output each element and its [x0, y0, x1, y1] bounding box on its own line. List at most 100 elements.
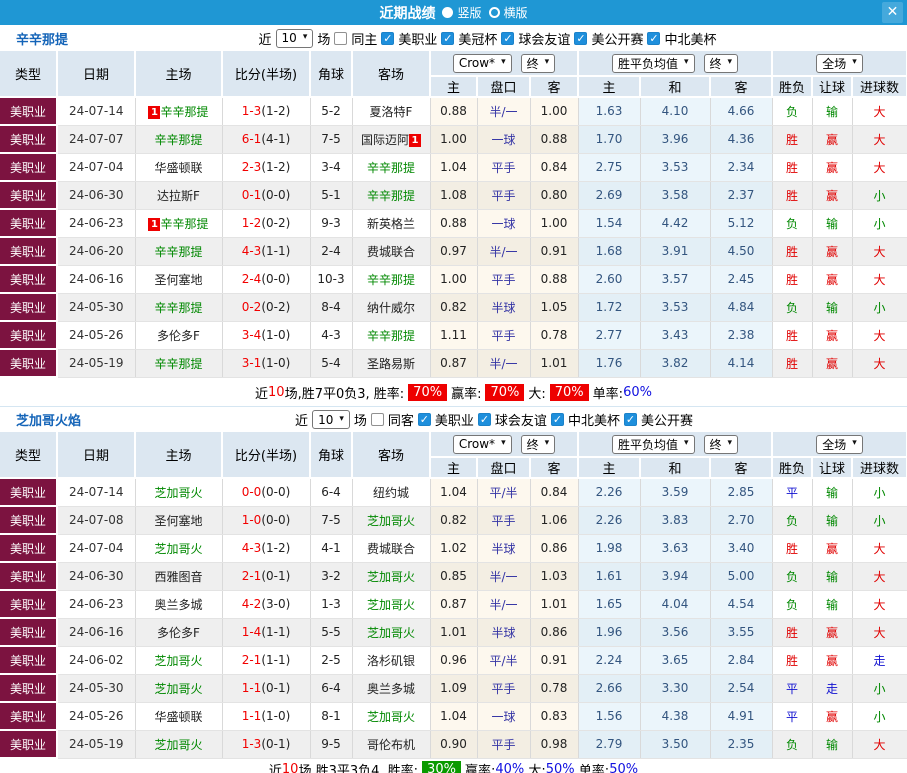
checkbox-unchecked[interactable]	[334, 32, 347, 45]
result-cell: 平	[772, 702, 812, 730]
asian-time-select[interactable]: 终▾	[521, 54, 556, 73]
chevron-down-icon: ▾	[684, 438, 689, 448]
layout-radio-horizontal[interactable]: 横版	[489, 4, 528, 21]
away-team-cell: 辛辛那提	[352, 265, 430, 293]
away-team-cell: 纳什威尔	[352, 293, 430, 321]
europe-time-select[interactable]: 终▾	[704, 54, 739, 73]
checkbox-checked[interactable]: ✓	[441, 32, 454, 45]
checkbox-unchecked[interactable]	[371, 413, 384, 426]
sub-column-header: 让球	[812, 76, 852, 97]
summary-text: 场,胜3平3负4, 胜率:	[298, 760, 418, 773]
home-team-name: 芝加哥火	[154, 682, 202, 696]
away-team-cell: 辛辛那提	[352, 181, 430, 209]
odds-type-select[interactable]: 胜平负均值▾	[612, 435, 695, 454]
sub-column-header: 进球数	[852, 76, 907, 97]
goals-result-cell: 小	[852, 478, 907, 506]
league-filter-label: 中北美杯	[663, 29, 717, 48]
near-label: 近	[294, 410, 309, 429]
bookmaker-select[interactable]: Crow*▾	[453, 435, 512, 454]
home-team-name: 圣何塞地	[154, 514, 202, 528]
score-cell: 3-1(1-0)	[222, 349, 310, 377]
league-cell: 美职业	[0, 125, 57, 153]
away-team-name: 国际迈阿	[361, 133, 409, 147]
europe-draw-odds-cell: 3.59	[640, 478, 710, 506]
asian-handicap-line-cell: 平手	[477, 321, 530, 349]
europe-away-odds-cell: 4.36	[710, 125, 772, 153]
checkbox-checked[interactable]: ✓	[418, 413, 431, 426]
sub-column-header: 主	[578, 457, 640, 478]
column-header: 类型	[0, 51, 57, 97]
result-cell: 负	[772, 293, 812, 321]
corners-cell: 8-4	[310, 293, 352, 321]
score-cell: 6-1(4-1)	[222, 125, 310, 153]
checkbox-checked[interactable]: ✓	[381, 32, 394, 45]
away-team-cell: 芝加哥火	[352, 590, 430, 618]
odds-type-select[interactable]: 胜平负均值▾	[612, 54, 695, 73]
handicap-result-cell: 输	[812, 478, 852, 506]
match-row: 美职业24-06-23奥兰多城4-2(3-0)1-3芝加哥火0.87半/一1.0…	[0, 590, 907, 618]
away-team-cell: 辛辛那提	[352, 153, 430, 181]
home-team-name: 辛辛那提	[154, 245, 202, 259]
checkbox-checked[interactable]: ✓	[647, 32, 660, 45]
result-cell: 胜	[772, 181, 812, 209]
date-cell: 24-06-30	[57, 181, 135, 209]
asian-away-odds-cell: 0.86	[530, 534, 578, 562]
results-table: 类型日期主场比分(半场)角球客场Crow*▾终▾胜平负均值▾终▾全场▾主盘口客主…	[0, 51, 907, 378]
section-summary: 近10场,胜7平0负3, 胜率:70%赢率:70%大:70%单率:60%	[0, 378, 907, 406]
scope-select[interactable]: 全场▾	[816, 435, 863, 454]
checkbox-checked[interactable]: ✓	[501, 32, 514, 45]
score-cell: 2-4(0-0)	[222, 265, 310, 293]
halftime-score: (0-2)	[261, 300, 290, 314]
goals-result-cell: 大	[852, 349, 907, 377]
asian-home-odds-cell: 0.85	[430, 562, 477, 590]
halftime-score: (0-0)	[261, 485, 290, 499]
asian-away-odds-cell: 0.84	[530, 153, 578, 181]
league-filter-label: 美公开赛	[590, 29, 644, 48]
asian-time-select[interactable]: 终▾	[521, 435, 556, 454]
corners-cell: 6-4	[310, 478, 352, 506]
checkbox-checked[interactable]: ✓	[551, 413, 564, 426]
select-value: 终	[710, 55, 722, 72]
halftime-score: (1-2)	[261, 541, 290, 555]
select-value: Crow*	[459, 56, 495, 70]
same-venue-label: 同主	[350, 29, 378, 48]
date-cell: 24-06-16	[57, 618, 135, 646]
sub-column-header: 和	[640, 457, 710, 478]
column-header: 主场	[135, 51, 222, 97]
sub-column-header: 主	[430, 76, 477, 97]
layout-radio-vertical[interactable]: 竖版	[442, 4, 481, 21]
result-cell: 胜	[772, 237, 812, 265]
date-cell: 24-05-30	[57, 293, 135, 321]
match-count-select[interactable]: 10▾	[276, 29, 314, 48]
fulltime-score: 2-1	[242, 653, 262, 667]
asian-home-odds-cell: 1.04	[430, 153, 477, 181]
asian-handicap-line-cell: 半/一	[477, 349, 530, 377]
match-row: 美职业24-06-231辛辛那提1-2(0-2)9-3新英格兰0.88一球1.0…	[0, 209, 907, 237]
home-team-cell: 辛辛那提	[135, 293, 222, 321]
asian-away-odds-cell: 1.03	[530, 562, 578, 590]
date-cell: 24-07-04	[57, 153, 135, 181]
sub-column-header: 客	[530, 76, 578, 97]
score-cell: 1-1(0-1)	[222, 674, 310, 702]
asian-handicap-line-cell: 半/一	[477, 237, 530, 265]
scope-select[interactable]: 全场▾	[816, 54, 863, 73]
checkbox-checked[interactable]: ✓	[478, 413, 491, 426]
dropdown-header-cell: 全场▾	[772, 432, 907, 457]
close-icon[interactable]: ✕	[882, 2, 903, 23]
checkbox-checked[interactable]: ✓	[624, 413, 637, 426]
away-team-name: 哥伦布机	[367, 738, 415, 752]
asian-handicap-line-cell: 平手	[477, 506, 530, 534]
score-cell: 2-3(1-2)	[222, 153, 310, 181]
sub-column-header: 和	[640, 76, 710, 97]
europe-time-select[interactable]: 终▾	[704, 435, 739, 454]
fulltime-score: 0-2	[242, 300, 262, 314]
checkbox-checked[interactable]: ✓	[574, 32, 587, 45]
europe-away-odds-cell: 5.12	[710, 209, 772, 237]
europe-home-odds-cell: 1.56	[578, 702, 640, 730]
score-cell: 3-4(1-0)	[222, 321, 310, 349]
summary-rate-badge: 70%	[408, 384, 447, 401]
chevron-down-icon: ▾	[684, 57, 689, 67]
bookmaker-select[interactable]: Crow*▾	[453, 54, 512, 73]
panel-title: 近期战绩	[379, 3, 435, 23]
match-count-select[interactable]: 10▾	[312, 410, 350, 429]
